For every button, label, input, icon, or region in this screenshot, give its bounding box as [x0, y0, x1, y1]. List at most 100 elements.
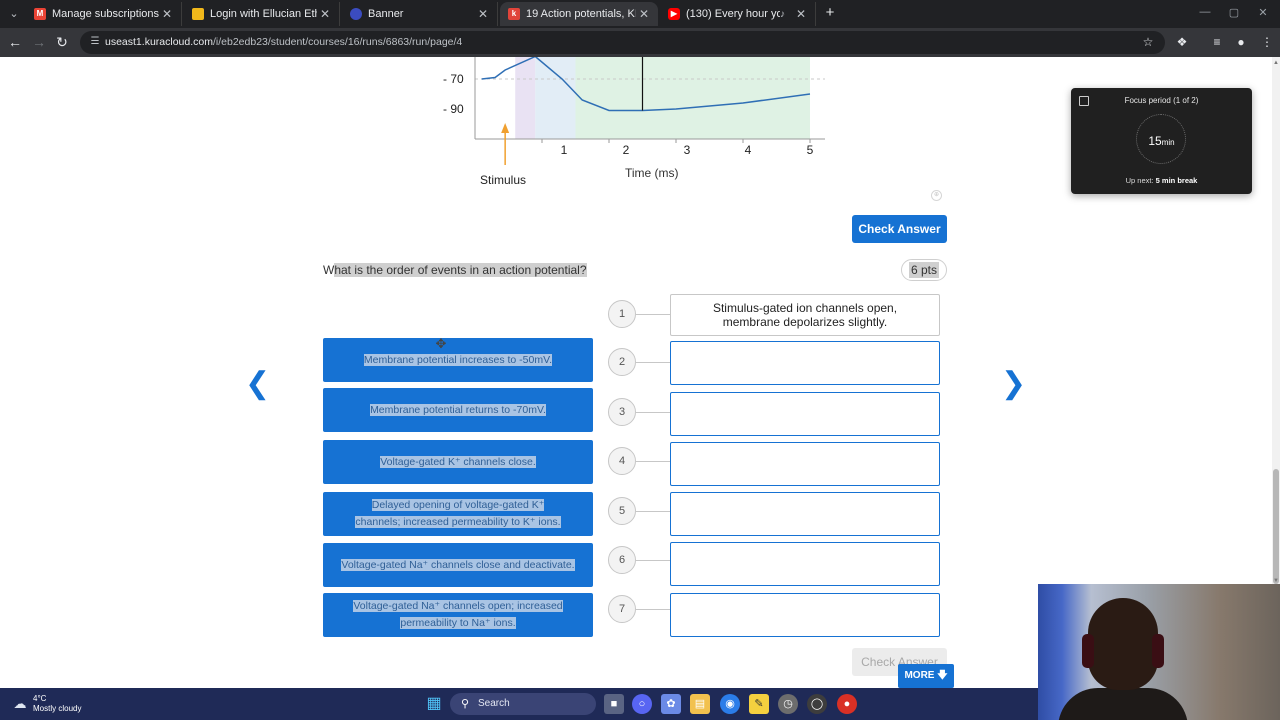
connector-line	[636, 314, 671, 315]
weather-widget[interactable]: 4°C Mostly cloudy	[33, 694, 81, 714]
browser-toolbar: ← → ↻ ☰ useast1.kuracloud.com/i/eb2edb23…	[0, 28, 1280, 57]
window-close-icon[interactable]: ✕	[1255, 6, 1271, 19]
task-view-icon[interactable]: ■	[604, 694, 624, 714]
answer-drop-slot[interactable]	[670, 542, 940, 586]
draggable-card[interactable]: Delayed opening of voltage-gated K⁺ chan…	[323, 492, 593, 536]
address-bar[interactable]: ☰ useast1.kuracloud.com/i/eb2edb23/stude…	[80, 31, 1165, 54]
order-number: 7	[608, 595, 636, 623]
tab-search-icon[interactable]: ⌄	[4, 4, 24, 24]
x-tick-label: 5	[806, 143, 814, 157]
order-number: 2	[608, 348, 636, 376]
reload-icon[interactable]: ↻	[53, 33, 71, 51]
connector-line	[636, 609, 671, 610]
back-icon[interactable]: ←	[6, 33, 24, 51]
more-menu-icon[interactable]: ⋮	[1258, 33, 1276, 51]
answer-drop-slot[interactable]	[670, 593, 940, 637]
check-answer-button[interactable]: Check Answer	[852, 215, 947, 243]
close-icon[interactable]: ✕	[317, 7, 333, 21]
draggable-card[interactable]: Voltage-gated Na⁺ channels close and dea…	[323, 543, 593, 587]
connector-line	[636, 511, 671, 512]
media-controls-icon[interactable]: ≡	[1208, 33, 1226, 51]
answer-drop-slot[interactable]	[670, 492, 940, 536]
connector-line	[636, 560, 671, 561]
weather-cloud-icon[interactable]: ☁	[11, 696, 29, 712]
answer-drop-slot[interactable]	[670, 341, 940, 385]
x-tick-label: 1	[560, 143, 568, 157]
draggable-card[interactable]: Membrane potential increases to -50mV.	[323, 338, 593, 382]
next-page-icon[interactable]: ❯	[1001, 364, 1026, 404]
webcam-person-head	[1088, 598, 1158, 690]
x-tick-label: 3	[683, 143, 691, 157]
answer-slot-filled[interactable]: Stimulus-gated ion channels open, membran…	[670, 294, 940, 336]
site-info-icon[interactable]: ☰	[88, 35, 102, 49]
extensions-icon[interactable]: ❖	[1173, 33, 1191, 51]
answer-drop-slot[interactable]	[670, 392, 940, 436]
stimulus-arrowhead	[501, 123, 510, 133]
windows-taskbar: ☁ 4°C Mostly cloudy ▦ ⚲ Search ■ ○ ✿ ▤ ◉…	[0, 688, 1038, 720]
connector-line	[636, 461, 671, 462]
scroll-up-icon[interactable]: ▲	[1272, 59, 1280, 67]
app-red-icon[interactable]: ●	[837, 694, 857, 714]
phase-region	[535, 57, 576, 139]
draggable-card[interactable]: Membrane potential returns to -70mV.	[323, 388, 593, 432]
focus-title: Focus period (1 of 2)	[1124, 96, 1199, 105]
taskbar-search[interactable]: ⚲ Search	[450, 693, 596, 715]
headphone-icon	[1082, 634, 1094, 668]
minimize-icon[interactable]: —	[1197, 6, 1213, 18]
tab-ellucian[interactable]: Login with Ellucian Ethos Identi ✕	[184, 2, 340, 26]
maximize-icon[interactable]: ▢	[1226, 6, 1242, 19]
close-icon[interactable]: ✕	[475, 7, 491, 21]
gmail-icon: M	[34, 8, 46, 20]
youtube-icon: ▶	[668, 8, 680, 20]
x-tick-label: 2	[622, 143, 630, 157]
obs-icon[interactable]: ◯	[807, 694, 827, 714]
points-badge: 6 pts	[901, 259, 947, 281]
sticky-notes-icon[interactable]: ✎	[749, 694, 769, 714]
move-cursor-icon: ✥	[435, 336, 447, 351]
forward-icon[interactable]: →	[30, 33, 48, 51]
question-text: What is the order of events in an action…	[323, 263, 587, 277]
search-icon: ⚲	[460, 698, 470, 710]
webcam-overlay	[1038, 584, 1280, 720]
speaker-icon[interactable]: ♪	[780, 9, 785, 20]
y-tick-label: - 70	[443, 72, 464, 86]
copilot-icon[interactable]: ✿	[661, 694, 681, 714]
tab-youtube[interactable]: ▶ (130) Every hour you invest ♪ ✕	[660, 2, 816, 26]
new-tab-button[interactable]: +	[822, 5, 838, 21]
tab-gmail[interactable]: M Manage subscriptions - jedoke ✕	[26, 2, 182, 26]
discord-icon[interactable]: ○	[632, 694, 652, 714]
order-number: 3	[608, 398, 636, 426]
draggable-card[interactable]: Voltage-gated K⁺ channels close.	[323, 440, 593, 484]
close-icon[interactable]: ✕	[636, 7, 652, 21]
close-icon[interactable]: ✕	[793, 7, 809, 21]
draggable-card[interactable]: Voltage-gated Na⁺ channels open; increas…	[323, 593, 593, 637]
order-number: 1	[608, 300, 636, 328]
file-explorer-icon[interactable]: ▤	[690, 694, 710, 714]
chrome-icon[interactable]: ◉	[720, 694, 740, 714]
tab-banner[interactable]: Banner ✕	[342, 2, 498, 26]
focus-session-widget[interactable]: Focus period (1 of 2) 15min Up next: 5 m…	[1071, 88, 1252, 194]
action-potential-chart: - 70 - 90 1 2 3 4 5 Time (ms) Stimulus	[420, 57, 860, 192]
bookmark-star-icon[interactable]: ☆	[1139, 33, 1157, 51]
profile-avatar[interactable]: ●	[1232, 33, 1250, 51]
windows-start-icon[interactable]: ▦	[424, 694, 444, 714]
address-url[interactable]: useast1.kuracloud.com/i/eb2edb23/student…	[105, 36, 462, 48]
image-zoom-icon[interactable]: ⊕	[931, 190, 942, 201]
clock-icon[interactable]: ◷	[778, 694, 798, 714]
up-next-text: Up next: 5 min break	[1125, 176, 1198, 185]
phase-region	[515, 57, 536, 139]
connector-line	[636, 412, 671, 413]
more-button[interactable]: MORE 🡇	[898, 664, 954, 688]
scrollbar-thumb[interactable]	[1273, 469, 1279, 584]
previous-page-icon[interactable]: ❮	[245, 364, 270, 404]
tab-kuracloud[interactable]: k 19 Action potentials, KINE 190 ✕	[500, 2, 658, 26]
connector-line	[636, 362, 671, 363]
webcam-person	[1058, 688, 1188, 720]
answer-drop-slot[interactable]	[670, 442, 940, 486]
close-icon[interactable]: ✕	[159, 7, 175, 21]
x-tick-label: 4	[744, 143, 752, 157]
kuracloud-icon: k	[508, 8, 520, 20]
focus-minutes: 15min	[1148, 134, 1175, 148]
headphone-icon	[1152, 634, 1164, 668]
y-tick-label: - 90	[443, 102, 464, 116]
